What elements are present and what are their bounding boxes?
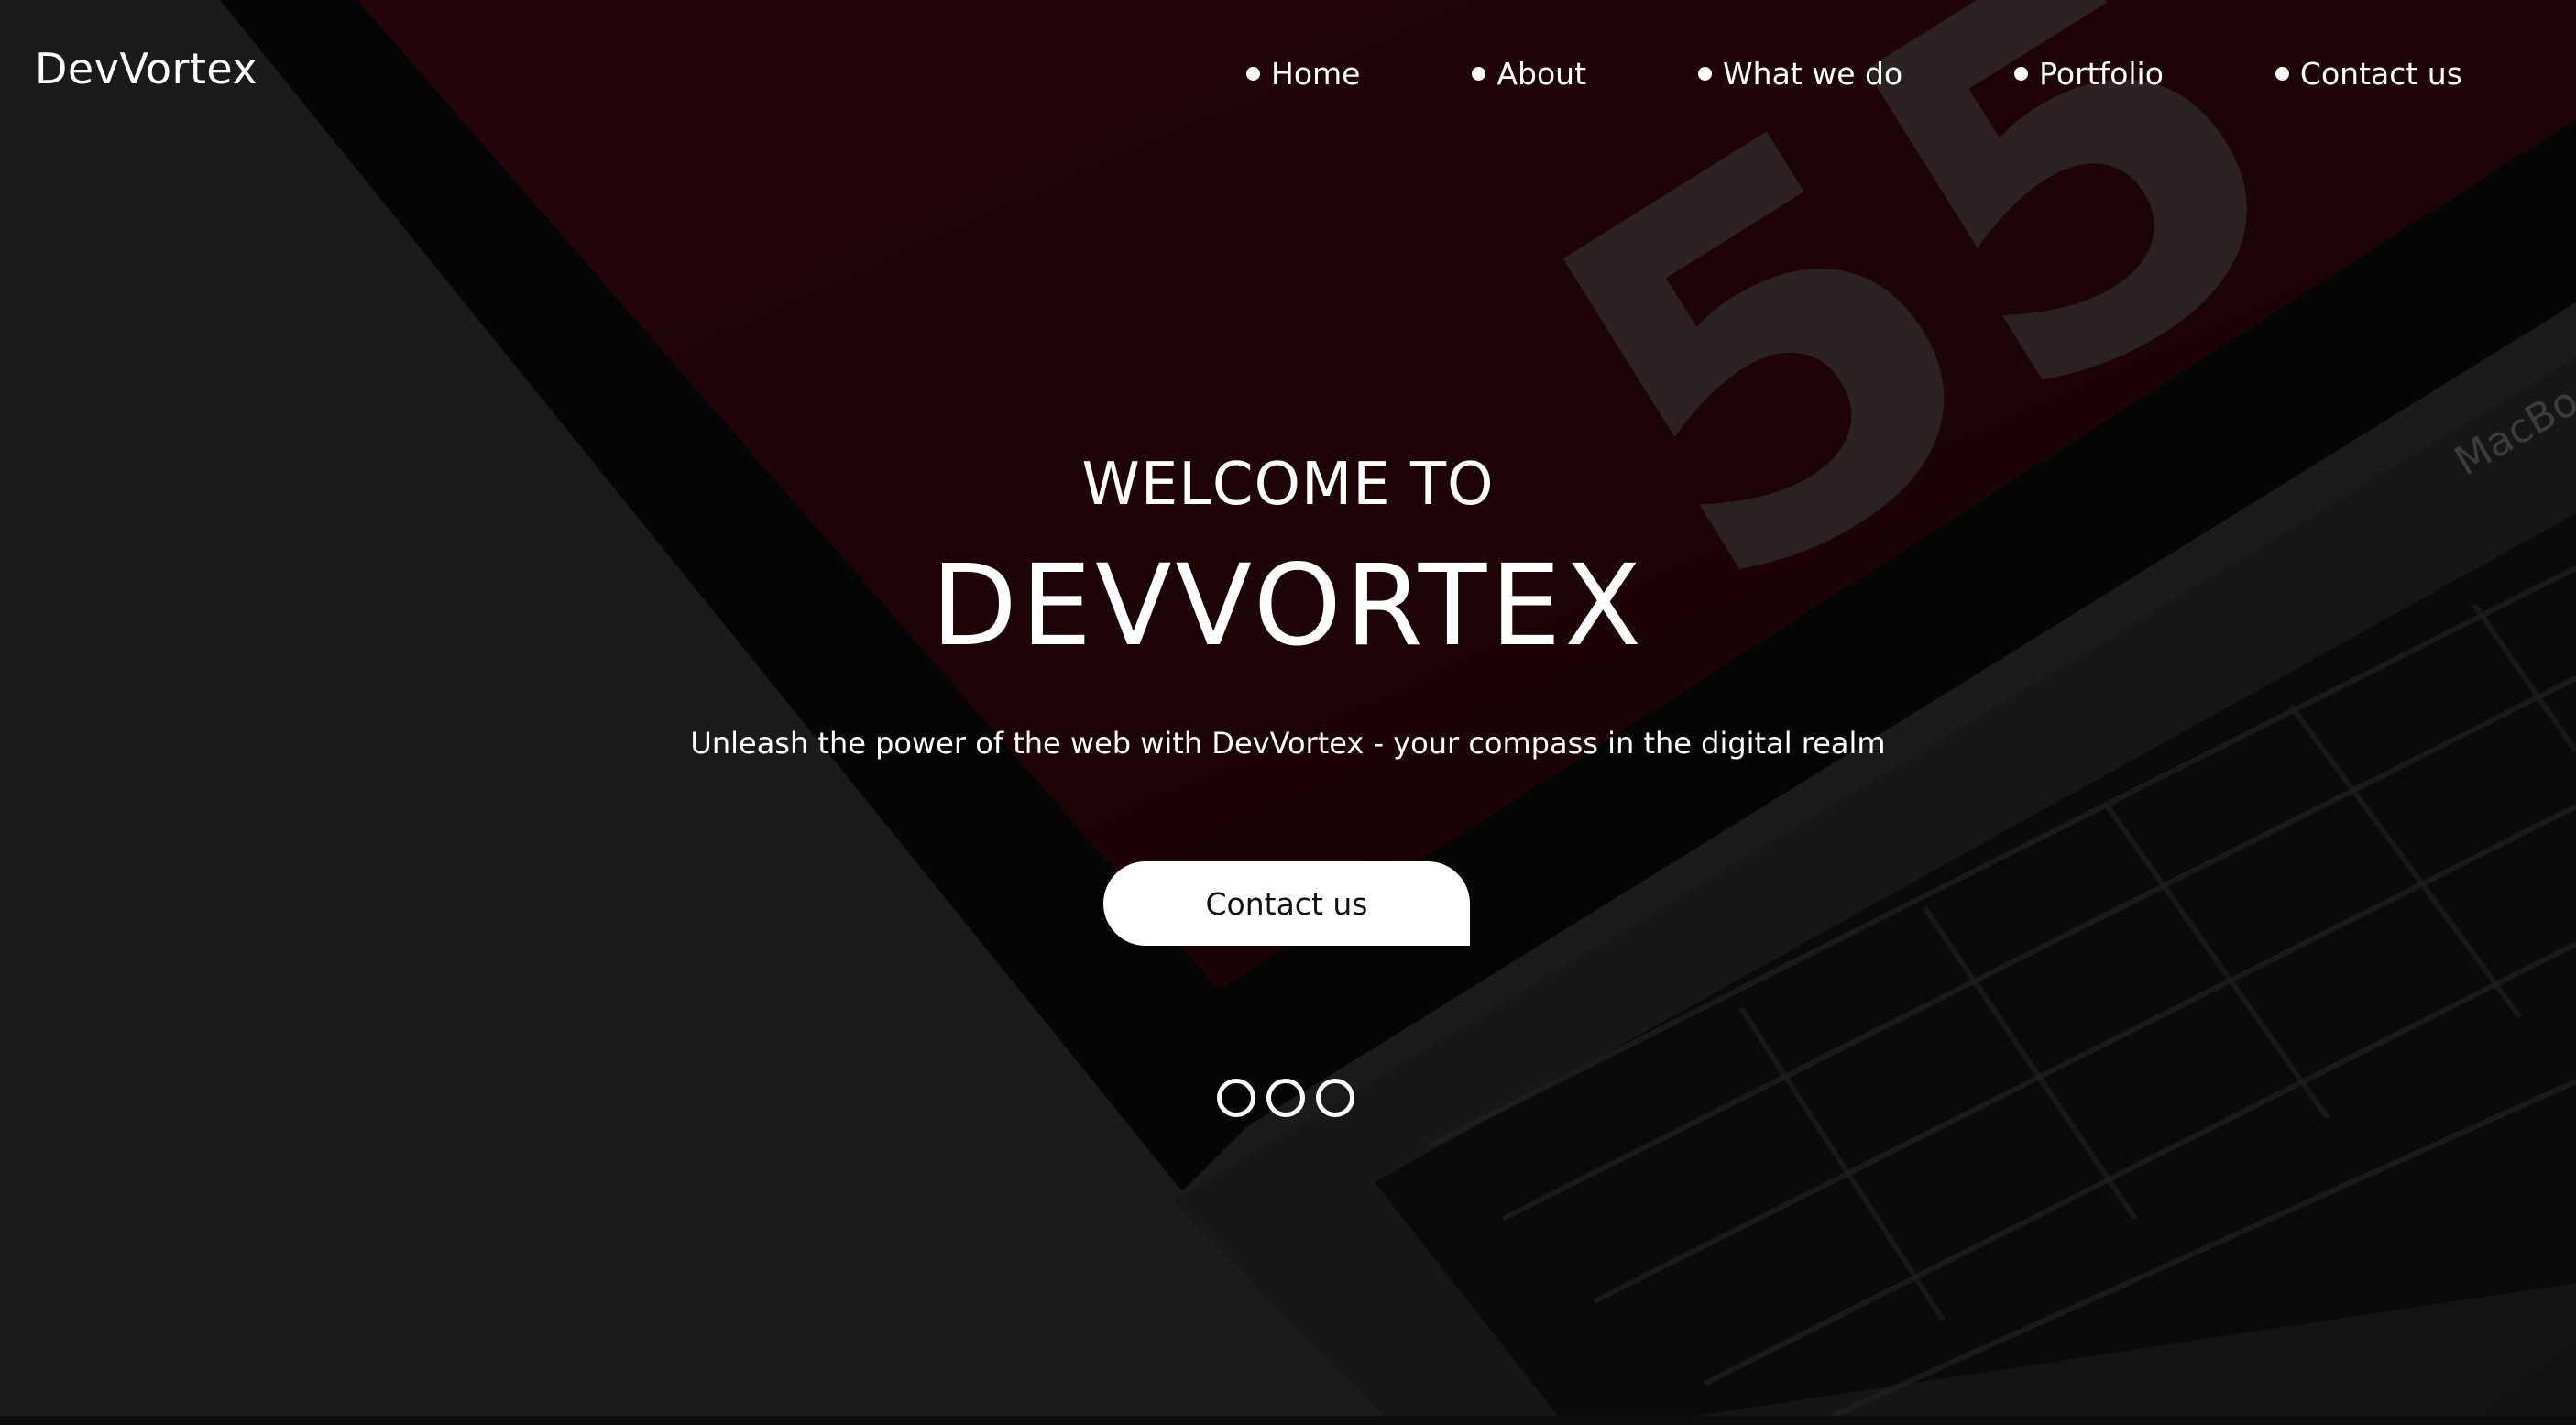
nav-item-about[interactable]: About [1472, 56, 1586, 92]
bullet-dot-icon [1246, 66, 1260, 81]
main-navigation: Home About What we do Portfolio Contact … [1246, 50, 2462, 96]
nav-item-home[interactable]: Home [1246, 56, 1360, 92]
nav-item-label: Home [1271, 55, 1361, 92]
bullet-dot-icon [2275, 66, 2289, 81]
site-logo[interactable]: DevVortex [35, 44, 258, 93]
nav-item-label: Portfolio [2039, 55, 2164, 92]
nav-item-label: Contact us [2299, 55, 2462, 92]
carousel-indicator-3[interactable] [1316, 1079, 1354, 1117]
nav-item-portfolio[interactable]: Portfolio [2014, 56, 2164, 92]
nav-item-label: What we do [1723, 55, 1903, 92]
bullet-dot-icon [1698, 66, 1713, 81]
laptop-background-image: 55 MacBo [215, 0, 2576, 1416]
page-bottom-edge [0, 1416, 2576, 1425]
nav-item-contact-us[interactable]: Contact us [2275, 56, 2462, 92]
bullet-dot-icon [2014, 66, 2029, 81]
carousel-indicator-1[interactable] [1217, 1079, 1255, 1117]
hero-welcome-heading: WELCOME TO [1081, 451, 1495, 519]
hero-section: 55 MacBo DevVortex Home About What we do… [0, 0, 2576, 1416]
nav-item-label: About [1496, 55, 1587, 92]
contact-us-button[interactable]: Contact us [1103, 861, 1470, 946]
carousel-indicator-2[interactable] [1266, 1079, 1305, 1117]
nav-item-what-we-do[interactable]: What we do [1698, 56, 1902, 92]
carousel-indicators [1217, 1079, 1354, 1117]
hero-tagline: Unleash the power of the web with DevVor… [690, 726, 1886, 761]
hero-title: DEVVORTEX [931, 541, 1645, 671]
bullet-dot-icon [1472, 66, 1486, 81]
